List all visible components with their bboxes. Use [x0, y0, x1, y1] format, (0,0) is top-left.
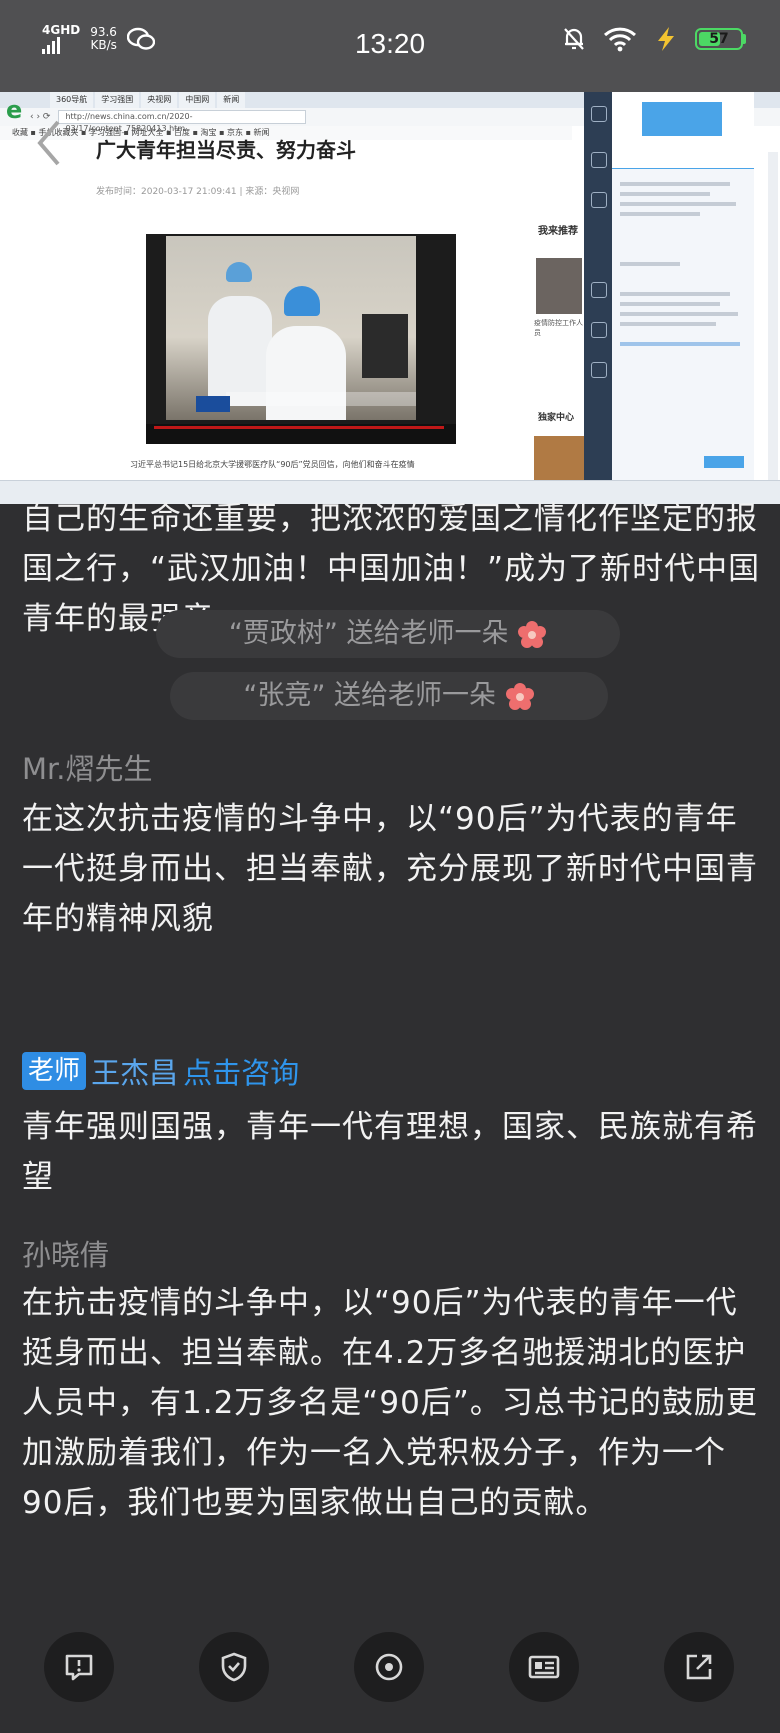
- channel-logo: [196, 396, 230, 412]
- chat-line: [620, 292, 730, 296]
- gift-text: “张竞” 送给老师一朵: [243, 680, 496, 711]
- chat-line: [620, 202, 736, 206]
- chat-head: [612, 92, 754, 150]
- chat-line: [620, 182, 730, 186]
- classroom-banner: [642, 102, 722, 136]
- eye-icon: [375, 1653, 403, 1681]
- video-frame: [166, 236, 416, 420]
- tool-icon: [591, 106, 607, 122]
- card-button[interactable]: [509, 1632, 579, 1702]
- message-sender: Mr.熠先生: [22, 752, 153, 786]
- figure: [362, 314, 408, 378]
- wifi-icon: [603, 27, 637, 52]
- charging-bolt-icon: [658, 27, 674, 51]
- chat-message-list[interactable]: 自己的生命还重要，把浓浓的爱国之情化作坚定的报国之行，“武汉加油！中国加油！”成…: [0, 501, 780, 1604]
- recommend-heading: 我来推荐: [538, 226, 578, 237]
- chat-line: [620, 262, 680, 266]
- teacher-badge: 老师: [22, 1052, 87, 1090]
- battery-level: 57: [709, 31, 729, 47]
- chat-line: [620, 192, 710, 196]
- gift-text: “贾政树” 送给老师一朵: [228, 618, 509, 649]
- message-sender: 孙晓倩: [22, 1238, 110, 1272]
- chat-tabs: [612, 150, 754, 169]
- shield-icon: [221, 1652, 247, 1682]
- status-bar: 4GHD 93.6 KB/s 13:20 57: [0, 0, 780, 92]
- gift-notice: “张竞” 送给老师一朵: [170, 672, 608, 720]
- message-sender: 王杰昌: [91, 1056, 179, 1090]
- message-text: 在这次抗击疫情的斗争中，以“90后”为代表的青年一代挺身而出、担当奉献，充分展现…: [22, 801, 758, 937]
- figure: [284, 286, 320, 316]
- live-video[interactable]: e 360导航 学习强国 央视网 中国网 新闻 ‹ › ⟳ http://new…: [0, 92, 780, 504]
- tool-icon: [591, 362, 607, 378]
- figure: [208, 296, 272, 406]
- chat-bubble-icon: [65, 1654, 93, 1681]
- chat-line: [620, 212, 700, 216]
- battery-tip: [743, 34, 746, 44]
- tool-icon: [591, 152, 607, 168]
- chat-send-button: [704, 456, 744, 468]
- battery-icon: 57: [695, 28, 743, 50]
- figure: [226, 262, 252, 282]
- teacher-message-header: 老师 王杰昌 点击咨询: [22, 1050, 299, 1092]
- chat-line: [620, 302, 720, 306]
- browser-tab: 学习强国: [95, 92, 140, 108]
- chat-line: [620, 342, 740, 346]
- battery-indicator: 57: [695, 28, 746, 50]
- shield-button[interactable]: [199, 1632, 269, 1702]
- recommend-thumbnail-2: [534, 436, 584, 484]
- mute-bell-icon: [564, 28, 584, 50]
- embedded-video-player: [146, 234, 456, 444]
- status-right: 57: [563, 26, 746, 52]
- message-text: 在抗击疫情的斗争中，以“90后”为代表的青年一代挺身而出、担当奉献。在4.2万多…: [22, 1285, 758, 1521]
- tool-icon: [591, 192, 607, 208]
- view-button[interactable]: [354, 1632, 424, 1702]
- recommend-heading-2: 独家中心: [538, 413, 575, 423]
- address-bar: http://news.china.com.cn/2020-03/17/cont…: [58, 110, 307, 133]
- player-controls: [146, 424, 456, 444]
- live-tool-sidebar: [584, 92, 612, 480]
- share-icon: [686, 1654, 712, 1680]
- figure: [226, 392, 416, 406]
- tool-icon: [591, 282, 607, 298]
- player-progress: [154, 426, 444, 429]
- back-icon[interactable]: [34, 118, 64, 168]
- consult-link[interactable]: 点击咨询: [183, 1056, 299, 1090]
- gift-notice: “贾政树” 送给老师一朵: [156, 610, 620, 658]
- browser-tab: 新闻: [217, 92, 246, 108]
- live-chat-panel: [612, 92, 754, 480]
- flower-icon: [505, 682, 534, 710]
- message-text: 青年强则国强，青年一代有理想，国家、民族就有希望: [22, 1109, 758, 1195]
- recommend-text: 疫情防控工作人员: [534, 319, 583, 337]
- browser-tab: 中国网: [179, 92, 216, 108]
- video-caption: 习近平总书记15日给北京大学援鄂医疗队“90后”党员回信，向他们和奋斗在疫情: [130, 460, 415, 469]
- browser-logo-icon: e: [6, 96, 23, 124]
- flower-icon: [518, 620, 547, 648]
- comment-button[interactable]: [44, 1632, 114, 1702]
- article-title: 广大青年担当尽责、努力奋斗: [96, 138, 356, 162]
- id-card-icon: [528, 1655, 560, 1679]
- browser-tab: 央视网: [141, 92, 178, 108]
- chat-line: [620, 322, 716, 326]
- recommend-thumbnail: [536, 258, 582, 314]
- page-scrollbar: [768, 152, 778, 480]
- bottom-toolbar: [0, 1604, 780, 1733]
- chat-line: [620, 312, 738, 316]
- browser-tab: 360导航: [50, 92, 94, 108]
- article-meta: 发布时间：2020-03-17 21:09:41 | 来源：央视网: [96, 187, 300, 197]
- share-button[interactable]: [664, 1632, 734, 1702]
- tool-icon: [591, 322, 607, 338]
